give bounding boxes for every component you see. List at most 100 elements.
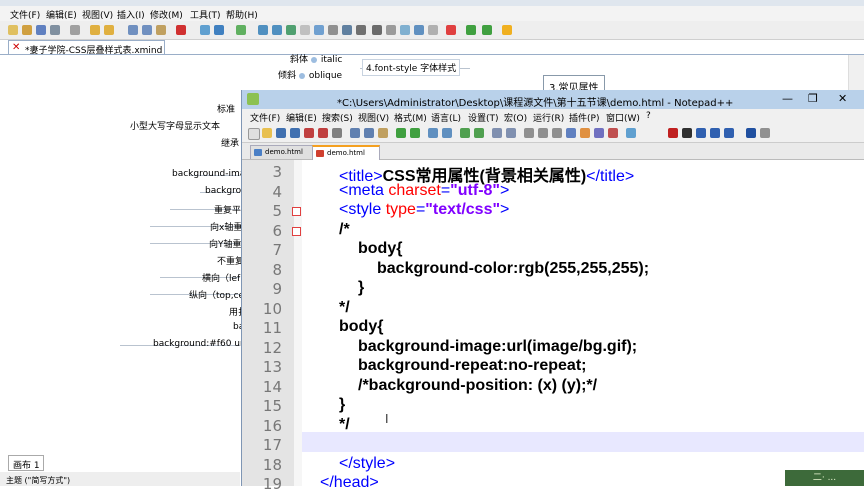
tab-demo-html-2[interactable]: demo.html [312,145,380,160]
sync-v-icon[interactable] [492,128,502,138]
node-repeat-y[interactable]: 向Y轴重 [209,237,242,250]
node-slant[interactable]: 倾斜 oblique [278,68,342,81]
zoom-out-icon[interactable] [474,128,484,138]
restore-icon[interactable]: ❐ [808,92,818,105]
all-chars-icon[interactable] [538,128,548,138]
np-menu-language[interactable]: 语言(L) [431,111,461,124]
play-macro-icon[interactable] [696,128,706,138]
rec-icon[interactable] [372,25,382,35]
topic-icon[interactable] [200,25,210,35]
fold-toggle-icon[interactable] [292,207,301,216]
open-icon[interactable] [22,25,32,35]
run-macro-icon[interactable] [710,128,720,138]
go-down-icon[interactable] [466,25,476,35]
zoom-in-icon[interactable] [460,128,470,138]
code-line[interactable]: body{ [358,240,402,258]
code-lines[interactable]: 3 <title>CSS常用属性(背景相关属性)</title> 4 <meta ch… [242,160,864,493]
wrap-icon[interactable] [524,128,534,138]
func-list-icon[interactable] [608,128,618,138]
arrow-up-icon[interactable] [502,25,512,35]
sync-h-icon[interactable] [506,128,516,138]
paste-text-icon[interactable] [378,128,388,138]
np-title-bar[interactable]: *C:\Users\Administrator\Desktop\课程源文件\第十… [242,90,864,109]
delete-icon[interactable] [176,25,186,35]
copy-text-icon[interactable] [364,128,374,138]
code-line[interactable]: /*background-position: (x) (y);*/ [358,377,597,395]
stop-icon[interactable] [446,25,456,35]
code-line[interactable]: } [339,396,345,414]
code-line[interactable]: */ [339,416,350,434]
undo-edit-icon[interactable] [396,128,406,138]
menu-view[interactable]: 视图(V) [82,8,113,21]
dropdown-icon[interactable] [356,25,366,35]
np-menu-settings[interactable]: 设置(T) [468,111,499,124]
menu-help[interactable]: 帮助(H) [226,8,258,21]
xmind-file-tab[interactable]: ✕ *妻子学院-CSS层叠样式表.xmind [8,40,165,56]
doc-map-icon[interactable] [594,128,604,138]
node-small-caps[interactable]: 小型大写字母显示文本 [130,119,220,132]
find-icon[interactable] [428,128,438,138]
minimize-icon[interactable]: — [782,92,793,105]
node-bg-shorthand[interactable]: background:#f60 url [153,339,246,349]
code-line[interactable]: /* [339,221,350,239]
lang-icon[interactable] [566,128,576,138]
redo-icon[interactable] [104,25,114,35]
fold-icon[interactable] [580,128,590,138]
close-file-icon[interactable] [304,128,314,138]
relationship-icon[interactable] [236,25,246,35]
monitor-icon[interactable] [626,128,636,138]
marker-icon[interactable] [286,25,296,35]
fold-toggle-icon[interactable] [292,226,301,236]
np-menu-search[interactable]: 搜索(S) [322,111,353,124]
notepadpp-window[interactable]: *C:\Users\Administrator\Desktop\课程源文件\第十… [241,90,864,493]
np-menu-window[interactable]: 窗口(W) [606,111,640,124]
menu-edit[interactable]: 编辑(E) [46,8,77,21]
sheet-tab[interactable]: 画布 1 [8,455,44,471]
notes-icon[interactable] [314,25,324,35]
menu-tools[interactable]: 工具(T) [190,8,221,21]
node-inherit[interactable]: 继承 [221,136,239,149]
presentation-icon[interactable] [414,25,424,35]
np-menu-plugins[interactable]: 插件(P) [569,111,599,124]
menu-modify[interactable]: 修改(M) [150,8,183,21]
copy-icon[interactable] [142,25,152,35]
code-line[interactable]: background-image:url(image/bg.gif); [358,338,637,356]
web-icon[interactable] [400,25,410,35]
np-menu-format[interactable]: 格式(M) [394,111,427,124]
tab-demo-html-1[interactable]: demo.html [250,145,318,159]
np-menu-help[interactable]: ? [646,111,651,121]
go-up-icon[interactable] [482,25,492,35]
print-icon[interactable] [70,25,80,35]
code-line[interactable]: } [358,279,364,297]
indent-guide-icon[interactable] [552,128,562,138]
save-file-icon[interactable] [276,128,286,138]
record-macro-icon[interactable] [668,128,678,138]
pause-icon[interactable] [386,25,396,35]
code-line[interactable]: */ [339,299,350,317]
cut-text-icon[interactable] [350,128,360,138]
menu-insert[interactable]: 插入(I) [117,8,145,21]
close-window-icon[interactable]: ✕ [838,92,847,105]
node-repeat-x[interactable]: 向x轴重 [210,220,242,233]
label-icon[interactable] [300,25,310,35]
code-line[interactable]: <meta charset="utf-8"> [339,182,509,200]
cut-icon[interactable] [128,25,138,35]
node-no-repeat[interactable]: 不重复 [217,254,244,267]
attachment-icon[interactable] [328,25,338,35]
np-menu-run[interactable]: 运行(R) [533,111,564,124]
zoom-icon[interactable] [428,25,438,35]
node-horizontal[interactable]: 横向（lef [202,271,240,284]
menu-file[interactable]: 文件(F) [10,8,40,21]
save-all-icon[interactable] [50,25,60,35]
node-bg-image[interactable]: background-ima [172,169,245,179]
boundary-icon[interactable] [258,25,268,35]
spellcheck-icon[interactable] [746,128,756,138]
close-icon[interactable]: ✕ [12,42,20,53]
close-all-icon[interactable] [318,128,328,138]
node-repeat-both[interactable]: 重复平 [214,203,241,216]
extra-icon[interactable] [760,128,770,138]
undo-icon[interactable] [90,25,100,35]
summary-icon[interactable] [272,25,282,35]
code-line[interactable]: <style type="text/css"> [339,201,509,219]
save-all-files-icon[interactable] [290,128,300,138]
